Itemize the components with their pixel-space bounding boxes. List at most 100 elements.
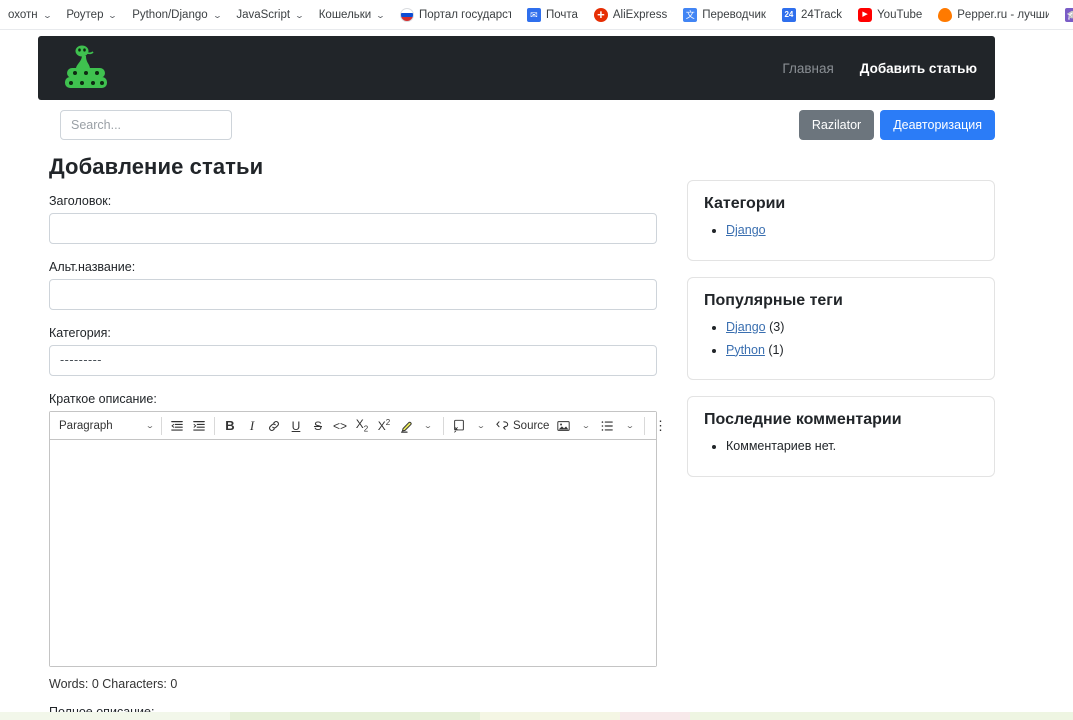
form-fields: Заголовок: Альт.название: Категория: ------… xyxy=(49,194,667,720)
card-link[interactable]: Django xyxy=(726,223,766,237)
insert-image-icon[interactable] xyxy=(552,415,574,437)
bookmark-label: JavaScript xyxy=(236,9,291,21)
italic-icon[interactable]: I xyxy=(241,415,263,437)
chevron-down-icon[interactable]: ⌄ xyxy=(476,422,485,430)
bookmark-item[interactable]: JavaScript ⌄ xyxy=(228,5,310,25)
bookmark-item[interactable]: Кошельки ⌄ xyxy=(311,5,392,25)
image-dropdown-arrow[interactable]: ⌄ xyxy=(574,415,596,437)
bookmark-label: охотн xyxy=(8,9,38,21)
highlight-dropdown-arrow[interactable]: ⌄ xyxy=(417,415,439,437)
chevron-down-icon[interactable]: ⌄ xyxy=(376,11,386,20)
word-count-status: Words: 0 Characters: 0 xyxy=(49,677,178,691)
python-snake-logo[interactable] xyxy=(60,42,112,94)
web-page: Главная Добавить статью RazilatorДеавтори… xyxy=(0,30,1073,720)
bookmark-item[interactable]: 24Track xyxy=(774,5,850,25)
bookmark-item[interactable]: AliExpress xyxy=(586,5,675,25)
source-label: Source xyxy=(513,419,550,432)
field-label: Категория: xyxy=(49,326,111,340)
bookmark-label: Почта xyxy=(545,9,578,21)
bookmark-item[interactable]: Переводчик xyxy=(675,5,774,25)
link-icon[interactable] xyxy=(263,415,285,437)
bulleted-list-icon[interactable] xyxy=(596,415,618,437)
chevron-down-icon[interactable]: ⌄ xyxy=(581,422,590,430)
title-field[interactable] xyxy=(49,213,657,244)
bookmark-label: YouTube xyxy=(877,9,923,21)
card-title: Популярные теги xyxy=(704,291,843,309)
bookmark-item[interactable]: охотн ⌄ xyxy=(0,5,58,25)
logout-button[interactable]: Деавторизация xyxy=(880,110,995,140)
paragraph-style-label: Paragraph xyxy=(59,419,113,432)
source-icon[interactable]: Source xyxy=(492,415,552,437)
card-link[interactable]: Python xyxy=(726,343,765,357)
toolbar-separator xyxy=(161,416,162,435)
strip-segment xyxy=(480,712,620,720)
browser-chrome: охотн ⌄ Роутер ⌄ Python/Django ⌄ JavaScript ⌄ Ко… xyxy=(0,0,1073,30)
template-dropdown-arrow[interactable]: ⌄ xyxy=(470,415,492,437)
strip-segment xyxy=(690,712,1073,720)
code-icon[interactable]: <> xyxy=(329,415,351,437)
chevron-down-icon[interactable]: ⌄ xyxy=(108,11,118,20)
chevron-down-icon[interactable]: ⌄ xyxy=(212,11,222,20)
chevron-down-icon[interactable]: ⌄ xyxy=(625,422,634,430)
subscript-icon[interactable]: X2 xyxy=(351,415,373,437)
list-item-suffix: (3) xyxy=(765,319,785,334)
search-input[interactable] xyxy=(60,110,232,140)
underline-icon[interactable]: U xyxy=(285,415,307,437)
insert-template-icon[interactable] xyxy=(448,415,470,437)
bookmark-item[interactable]: Pepper.ru - лучши xyxy=(930,5,1057,25)
more-options-icon[interactable]: ⋮ xyxy=(649,415,671,437)
card-link[interactable]: Django xyxy=(726,320,766,334)
nav-link-home[interactable]: Главная xyxy=(782,61,833,76)
toolbar-separator xyxy=(443,416,444,435)
utility-toolbar: RazilatorДеавторизация xyxy=(38,104,995,150)
bookmarks-bar: охотн ⌄ Роутер ⌄ Python/Django ⌄ JavaScript ⌄ Ко… xyxy=(0,0,1073,29)
chevron-down-icon[interactable]: ⌄ xyxy=(42,11,52,20)
bookmark-item[interactable]: Роутер ⌄ xyxy=(58,5,124,25)
list-item: Django xyxy=(726,221,978,240)
increase-indent-icon[interactable] xyxy=(188,415,210,437)
list-item-suffix: (1) xyxy=(764,342,784,357)
bookmark-label: Кошельки xyxy=(318,9,372,21)
latest-comments-card: Последние комментарии Комментариев нет. xyxy=(687,396,995,477)
superscript-icon[interactable]: X2 xyxy=(373,415,395,437)
article-form: Добавление статьи Заголовок: Альт.названи… xyxy=(49,154,667,720)
bookmark-item[interactable]: Python/Django ⌄ xyxy=(124,5,228,25)
popular-tags-card: Популярные тегиDjango (3)Python (1) xyxy=(687,276,995,381)
bookmark-item[interactable]: Почта xyxy=(519,5,586,25)
category-select[interactable]: --------- xyxy=(49,345,657,376)
toolbar-separator xyxy=(214,416,215,435)
page-title: Добавление статьи xyxy=(49,154,264,179)
card-list: Комментариев нет. xyxy=(704,437,978,456)
list-item: Django (3) xyxy=(726,318,978,337)
card-list: Django (3)Python (1) xyxy=(704,318,978,360)
chevron-down-icon[interactable]: ⌄ xyxy=(294,11,304,20)
strip-segment xyxy=(0,712,230,720)
list-item: Комментариев нет. xyxy=(726,437,978,456)
youtube-favicon xyxy=(858,8,873,22)
bold-icon[interactable]: B xyxy=(219,415,241,437)
alt-title-field[interactable] xyxy=(49,279,657,310)
bookmark-item[interactable]: База Курсов xyxy=(1057,5,1073,25)
page-content: Добавление статьи Заголовок: Альт.названи… xyxy=(0,154,1073,720)
highlight-icon[interactable] xyxy=(395,415,417,437)
paragraph-style-dropdown[interactable]: Paragraph ⌄ xyxy=(53,415,157,437)
nav-link-add-article[interactable]: Добавить статью xyxy=(860,61,977,76)
track24-favicon xyxy=(781,8,796,22)
decrease-indent-icon[interactable] xyxy=(166,415,188,437)
chevron-down-icon[interactable]: ⌄ xyxy=(423,422,432,430)
card-title: Категории xyxy=(704,195,786,212)
bookmark-item[interactable]: Портал государст xyxy=(392,5,519,25)
aliexpress-favicon xyxy=(593,8,608,22)
short-description-editor: Paragraph ⌄ B I U S <> X2 X2 ⌄ ⌄ Source ⌄ ⌄ ⋮ xyxy=(49,411,667,667)
list-dropdown-arrow[interactable]: ⌄ xyxy=(618,415,640,437)
razilator-button[interactable]: Razilator xyxy=(798,110,875,140)
chevron-down-icon[interactable]: ⌄ xyxy=(145,422,154,430)
editor-content-area[interactable] xyxy=(50,440,656,666)
bookmark-label: Портал государст xyxy=(418,9,511,21)
strip-segment xyxy=(620,712,690,720)
gosuslugi-favicon xyxy=(399,8,414,22)
card-list: Django xyxy=(704,221,978,240)
bookmark-item[interactable]: YouTube xyxy=(850,5,930,25)
strikethrough-icon[interactable]: S xyxy=(307,415,329,437)
main-navigation: Главная Добавить статью xyxy=(782,36,977,100)
